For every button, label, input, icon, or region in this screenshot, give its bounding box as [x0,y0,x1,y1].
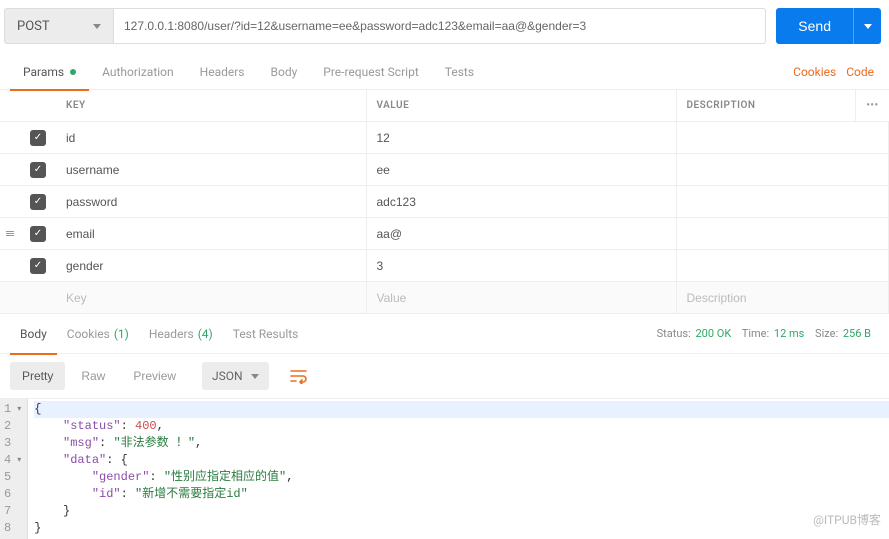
header-value: VALUE [366,90,676,122]
param-key-input[interactable] [56,154,366,185]
param-desc-input[interactable] [677,218,889,249]
line-gutter: 1▾234▾5678 [0,399,28,539]
fmt-pretty-button[interactable]: Pretty [10,362,65,390]
tab-authorization[interactable]: Authorization [89,54,187,90]
table-row: ✓ [0,154,889,186]
param-value-input[interactable] [367,282,676,313]
table-row: ✓ [0,218,889,250]
param-value-input[interactable] [367,250,676,281]
send-button[interactable]: Send [776,8,853,44]
rtab-headers[interactable]: Headers(4) [139,314,223,354]
table-row: ✓ [0,186,889,218]
tab-headers[interactable]: Headers [187,54,258,90]
checkbox[interactable]: ✓ [30,162,46,178]
checkbox[interactable]: ✓ [30,258,46,274]
header-desc: DESCRIPTION [676,90,856,122]
param-value-input[interactable] [367,218,676,249]
lang-dropdown[interactable]: JSON [202,362,269,390]
tab-prerequest[interactable]: Pre-request Script [310,54,431,90]
method-label: POST [17,19,50,34]
param-value-input[interactable] [367,154,676,185]
chevron-down-icon [864,24,872,29]
method-dropdown[interactable]: POST [4,8,114,44]
fmt-raw-button[interactable]: Raw [69,362,117,390]
request-bar: POST Send [0,0,889,54]
drag-handle-icon[interactable] [0,218,20,249]
url-input[interactable] [114,8,766,44]
response-meta: Status: 200 OK Time: 12 ms Size: 256 B [657,327,879,340]
rtab-tests[interactable]: Test Results [223,314,309,354]
param-desc-input[interactable] [677,186,889,217]
table-row-new [0,282,889,314]
param-value-input[interactable] [367,122,676,153]
response-body: 1▾234▾5678 { "status": 400, "msg": "非法参数… [0,398,889,539]
param-desc-input[interactable] [677,250,889,281]
code-content[interactable]: { "status": 400, "msg": "非法参数 ！", "data"… [28,399,889,539]
response-tabs: Body Cookies(1) Headers(4) Test Results … [0,314,889,354]
fmt-preview-button[interactable]: Preview [121,362,188,390]
watermark: @ITPUB博客 [813,511,881,528]
param-key-input[interactable] [56,250,366,281]
param-key-input[interactable] [56,122,366,153]
code-link[interactable]: Code [841,65,879,79]
chevron-down-icon [251,374,259,379]
param-key-input[interactable] [56,218,366,249]
param-desc-input[interactable] [677,282,889,313]
tab-body[interactable]: Body [258,54,311,90]
bulk-edit-icon[interactable]: ••• [866,100,878,111]
unsaved-dot-icon [70,69,76,75]
send-dropdown[interactable] [853,8,881,44]
param-key-input[interactable] [56,282,366,313]
params-table: KEY VALUE DESCRIPTION ••• ✓ ✓ ✓ ✓ ✓ [0,90,889,314]
tab-params[interactable]: Params [10,54,89,90]
chevron-down-icon [93,24,101,29]
param-desc-input[interactable] [677,122,889,153]
param-key-input[interactable] [56,186,366,217]
checkbox[interactable]: ✓ [30,130,46,146]
cookies-link[interactable]: Cookies [788,65,841,79]
table-row: ✓ [0,122,889,154]
send-group: Send [776,8,881,44]
table-row: ✓ [0,250,889,282]
response-toolbar: Pretty Raw Preview JSON [0,354,889,398]
rtab-cookies[interactable]: Cookies(1) [57,314,139,354]
rtab-body[interactable]: Body [10,314,57,354]
request-tabs: Params Authorization Headers Body Pre-re… [0,54,889,90]
wrap-lines-button[interactable] [285,362,313,390]
tab-tests[interactable]: Tests [432,54,487,90]
param-value-input[interactable] [367,186,676,217]
header-key: KEY [56,90,366,122]
wrap-icon [290,368,308,384]
checkbox[interactable]: ✓ [30,194,46,210]
param-desc-input[interactable] [677,154,889,185]
checkbox[interactable]: ✓ [30,226,46,242]
